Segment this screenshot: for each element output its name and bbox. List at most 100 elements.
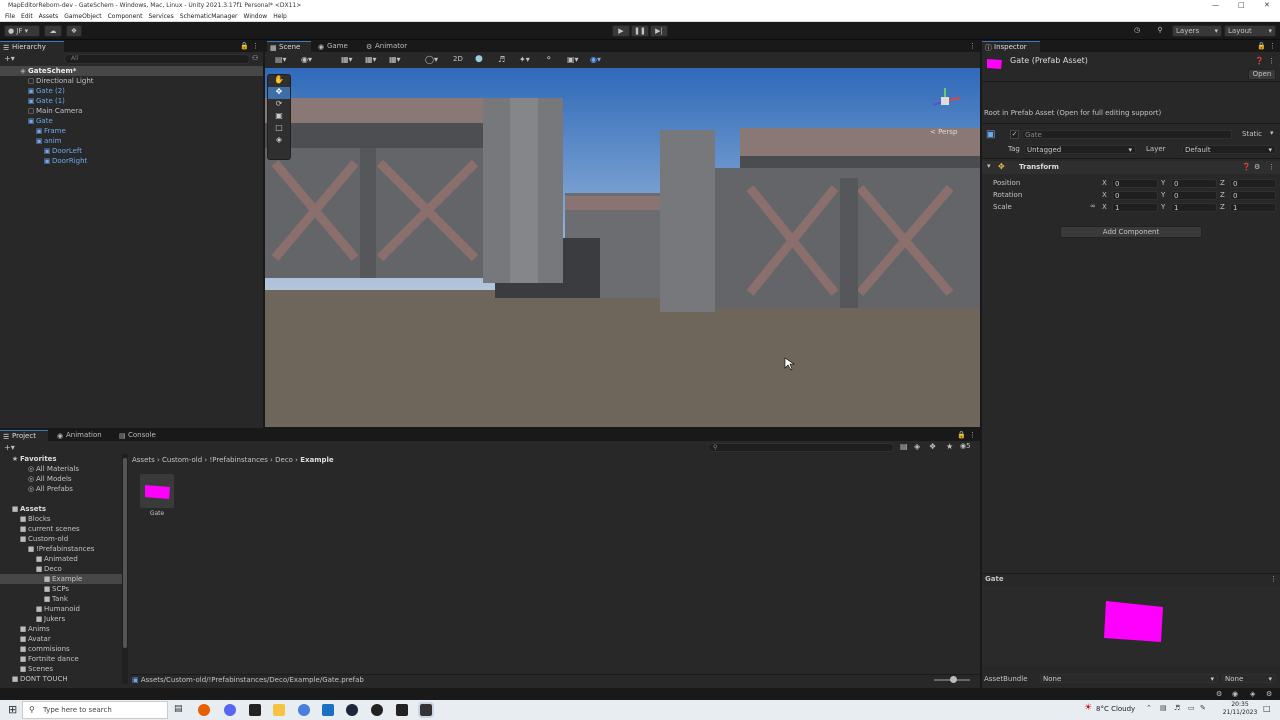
hidden-packages-badge[interactable]: ◉5 xyxy=(960,442,971,450)
project-folder-item[interactable]: ■ Jukers xyxy=(0,614,122,624)
collab-button[interactable]: ❖ xyxy=(66,25,82,37)
audio-icon[interactable]: ♬ xyxy=(498,55,505,64)
steam-icon[interactable] xyxy=(346,704,358,716)
lighting-icon[interactable]: ● xyxy=(475,54,483,64)
breadcrumb-item[interactable]: Deco xyxy=(275,456,293,464)
assetbundle-variant-dropdown[interactable]: None ▾ xyxy=(1222,674,1276,683)
move-tool-icon[interactable]: ✥ xyxy=(268,87,290,99)
toggle-2d-button[interactable]: 2D xyxy=(453,55,463,63)
project-folder-item[interactable]: ■ Humanoid xyxy=(0,604,122,614)
favorites-item[interactable]: ◎ All Prefabs xyxy=(0,484,122,494)
search-options-icon[interactable]: ⚇ xyxy=(252,54,258,62)
tab-game[interactable]: ◉ Game xyxy=(315,41,359,52)
bug-icon[interactable]: ◉ xyxy=(1232,690,1238,698)
kebab-menu-icon[interactable]: ⋮ xyxy=(969,431,976,439)
transform-tool-icon[interactable]: ◈ xyxy=(268,135,290,147)
menu-item-file[interactable]: File xyxy=(5,11,15,22)
menu-item-help[interactable]: Help xyxy=(273,11,287,22)
grid-snap-icon[interactable]: ▦▾ xyxy=(341,55,353,64)
rotation-x-field[interactable]: 0 xyxy=(1112,191,1158,200)
project-folder-item[interactable]: ■ Scenes xyxy=(0,664,122,674)
menu-item-schematicmanager[interactable]: SchematicManager xyxy=(180,11,238,22)
menu-item-assets[interactable]: Assets xyxy=(39,11,59,22)
minimize-icon[interactable]: — xyxy=(1212,0,1219,11)
pause-button[interactable]: ❚❚ xyxy=(631,25,649,37)
maximize-icon[interactable]: □ xyxy=(1238,0,1245,11)
tab-animator[interactable]: ⚙ Animator xyxy=(363,41,423,52)
rect-tool-icon[interactable]: □ xyxy=(268,123,290,135)
settings-icon[interactable]: ⚙ xyxy=(1266,690,1272,698)
project-folder-item[interactable]: ■ commisions xyxy=(0,644,122,654)
taskbar-search-input[interactable]: ⚲ Type here to search xyxy=(22,701,168,719)
file-explorer-icon[interactable] xyxy=(273,704,285,716)
tab-scene[interactable]: ▦ Scene xyxy=(267,41,311,52)
project-folder-item[interactable]: ■ Custom-old xyxy=(0,534,122,544)
discord-icon[interactable] xyxy=(224,704,236,716)
weather-text[interactable]: 8°C Cloudy xyxy=(1096,705,1135,713)
project-folder-item[interactable]: ■ current scenes xyxy=(0,524,122,534)
layer-dropdown[interactable]: Default ▾ xyxy=(1182,145,1276,154)
debug-mode-icon[interactable]: ◈ xyxy=(1250,690,1255,698)
assets-folder[interactable]: ■ Assets xyxy=(0,504,122,514)
snap-increment-icon[interactable]: ▦▾ xyxy=(365,55,377,64)
account-dropdown[interactable]: ● JF ▾ xyxy=(4,25,40,37)
scale-x-field[interactable]: 1 xyxy=(1112,203,1158,212)
filter-label-icon[interactable]: ◈ xyxy=(914,442,920,451)
tree-scrollbar[interactable] xyxy=(122,454,128,684)
close-icon[interactable]: ✕ xyxy=(1264,0,1270,11)
volume-icon[interactable]: ♬ xyxy=(1174,704,1180,712)
gizmos-icon[interactable]: ◉▾ xyxy=(590,55,601,64)
assetbundle-dropdown[interactable]: None ▾ xyxy=(1040,674,1218,683)
favorites-item[interactable]: ◎ All Materials xyxy=(0,464,122,474)
tab-hierarchy[interactable]: ☰ Hierarchy xyxy=(0,41,64,52)
shading-mode-icon[interactable]: ▤▾ xyxy=(275,55,287,64)
tab-console[interactable]: ▤ Console xyxy=(116,430,164,441)
chevron-up-icon[interactable]: ⌃ xyxy=(1146,704,1152,712)
hierarchy-item[interactable]: ▣ Gate (2) xyxy=(0,86,263,96)
project-folder-item[interactable]: ■ Anims xyxy=(0,624,122,634)
firefox-icon[interactable] xyxy=(198,704,210,716)
rotation-z-field[interactable]: 0 xyxy=(1230,191,1276,200)
tab-inspector[interactable]: ⓘ Inspector xyxy=(982,41,1040,52)
unity-editor-icon[interactable] xyxy=(418,702,434,718)
hierarchy-item[interactable]: ▣ DoorLeft xyxy=(0,146,263,156)
menu-item-window[interactable]: Window xyxy=(244,11,268,22)
hierarchy-item[interactable]: ▣ Gate (1) xyxy=(0,96,263,106)
project-folder-item[interactable]: ■ Example xyxy=(0,574,122,584)
hierarchy-item[interactable]: ◈ GateSchem* xyxy=(0,66,263,76)
search-button[interactable]: ⚲ xyxy=(1151,25,1169,37)
project-folder-item[interactable]: ■ !Prefabinstances xyxy=(0,544,122,554)
asset-thumbnail-gate[interactable] xyxy=(140,474,174,508)
add-object-button[interactable]: +▾ xyxy=(4,54,15,63)
rotate-tool-icon[interactable]: ⟳ xyxy=(268,99,290,111)
network-icon[interactable]: ▤ xyxy=(1160,704,1167,712)
hand-tool-icon[interactable]: ✋ xyxy=(268,75,290,87)
kebab-menu-icon[interactable]: ⋮ xyxy=(1270,575,1277,583)
asset-label-gate[interactable]: Gate xyxy=(140,510,174,517)
mail-icon[interactable] xyxy=(322,704,334,716)
unity-hub-icon[interactable] xyxy=(396,704,408,716)
project-folder-item[interactable]: ■ Tank xyxy=(0,594,122,604)
menu-item-services[interactable]: Services xyxy=(148,11,173,22)
play-button[interactable]: ▶ xyxy=(612,25,630,37)
layout-dropdown[interactable]: Layout ▾ xyxy=(1224,25,1276,37)
hierarchy-item[interactable]: ▣ DoorRight xyxy=(0,156,263,166)
project-folder-item[interactable]: ■ Fortnite dance xyxy=(0,654,122,664)
breadcrumb-item[interactable]: Example xyxy=(300,456,333,464)
open-prefab-button[interactable]: Open xyxy=(1248,69,1276,80)
hierarchy-item[interactable]: ▢ Main Camera xyxy=(0,106,263,116)
rotation-y-field[interactable]: 0 xyxy=(1171,191,1217,200)
view-options-icon[interactable]: ◉▾ xyxy=(301,55,312,64)
incremental-snap-icon[interactable]: ▦▾ xyxy=(389,55,401,64)
position-x-field[interactable]: 0 xyxy=(1112,179,1158,188)
project-search-input[interactable]: ⚲ xyxy=(708,443,894,452)
favorites-folder[interactable]: ★ Favorites xyxy=(0,454,122,464)
obs-icon[interactable] xyxy=(371,704,383,716)
project-folder-item[interactable]: ■ Blocks xyxy=(0,514,122,524)
transform-header[interactable]: ▾ ✥ Transform ❓ ⚙ ⋮ xyxy=(982,161,1280,174)
hierarchy-item[interactable]: ▣ Gate xyxy=(0,116,263,126)
breadcrumb-item[interactable]: Custom-old xyxy=(162,456,202,464)
project-folder-item[interactable]: ■ Deco xyxy=(0,564,122,574)
breadcrumb-item[interactable]: !Prefabinstances xyxy=(209,456,267,464)
hierarchy-search-input[interactable]: All xyxy=(64,54,250,64)
